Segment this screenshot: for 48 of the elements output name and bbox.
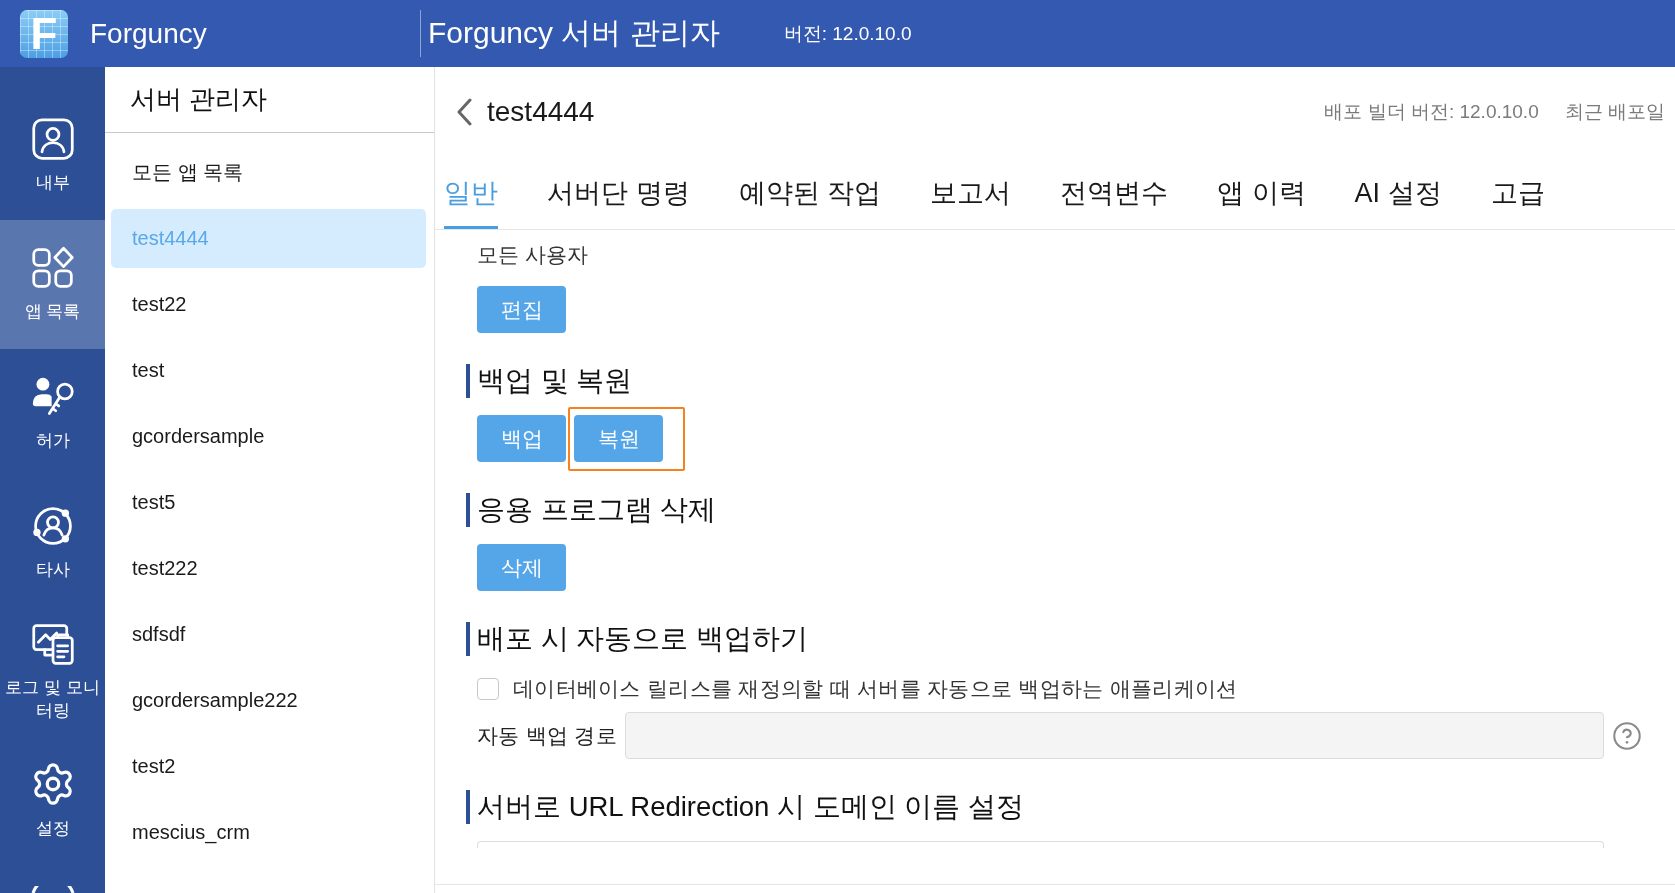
tab[interactable]: AI 설정 [1354,157,1442,229]
app-list-item[interactable]: gcordersample222 [111,671,426,730]
section-title: 서버로 URL Redirection 시 도메인 이름 설정 [466,790,1641,824]
app-name: test4444 [487,96,595,128]
back-button[interactable] [456,98,472,126]
nav-item[interactable]: 설정 [0,736,105,865]
grid-icon [30,246,75,290]
app-list-item[interactable]: mescius_crm [111,803,426,862]
page-title: Forguncy 서버 관리자 [428,15,720,51]
tab[interactable]: 서버단 명령 [547,157,690,229]
brand-name: Forguncy [90,17,207,50]
checkbox[interactable] [477,678,499,700]
monitor-clipboard-icon [30,621,75,666]
tab[interactable]: 보고서 [930,157,1012,229]
nav-item[interactable]: 허가 [0,349,105,478]
tab[interactable]: 고급 [1490,157,1545,229]
chevron-left-icon [456,98,472,126]
app-list-item[interactable]: test22 [111,275,426,334]
access-label: 모든 사용자 [477,245,589,265]
section-title: 배포 시 자동으로 백업하기 [466,622,1641,656]
app-list-item[interactable]: test2 [111,737,426,796]
section-title: 백업 및 복원 [466,364,1641,398]
panel-title: 서버 관리자 [130,83,268,116]
user-circle-icon [30,504,75,548]
app-list-item[interactable]: test [111,341,426,400]
nav-item[interactable]: 타사 [0,478,105,607]
domain-input-field[interactable] [477,841,1604,848]
app-logo: F [20,9,68,58]
last-deployed-text: 최근 배포일 [1564,100,1665,124]
app-list-item[interactable]: sdfsdf [111,605,426,664]
tab[interactable]: 전역변수 [1060,157,1169,229]
section-title: 응용 프로그램 삭제 [466,493,1641,527]
app-list-item[interactable]: gcordersample [111,407,426,466]
version-text: 버전: 12.0.10.0 [783,21,912,46]
nav-item[interactable]: 앱 목록 [0,220,105,349]
nav-item[interactable]: 로그 및 모니터링 [0,607,105,736]
tab[interactable]: 앱 이력 [1217,157,1306,229]
app-list-item[interactable]: test5 [111,473,426,532]
field-label: 자동 백업 경로 [477,722,618,749]
app-list-item[interactable]: test222 [111,539,426,598]
checkbox-label: 데이터베이스 릴리스를 재정의할 때 서버를 자동으로 백업하는 애플리케이션 [513,676,1238,702]
user-square-icon [30,117,75,161]
path-input-field[interactable] [625,712,1604,759]
nav-item[interactable]: 내부 [0,91,105,220]
help-icon[interactable] [1613,721,1641,750]
builder-version-text: 배포 빌더 버전: 12.0.10.0 [1324,100,1539,124]
tab[interactable]: 예약된 작업 [738,157,882,229]
app-list-item[interactable]: 모든 앱 목록 [111,143,426,202]
